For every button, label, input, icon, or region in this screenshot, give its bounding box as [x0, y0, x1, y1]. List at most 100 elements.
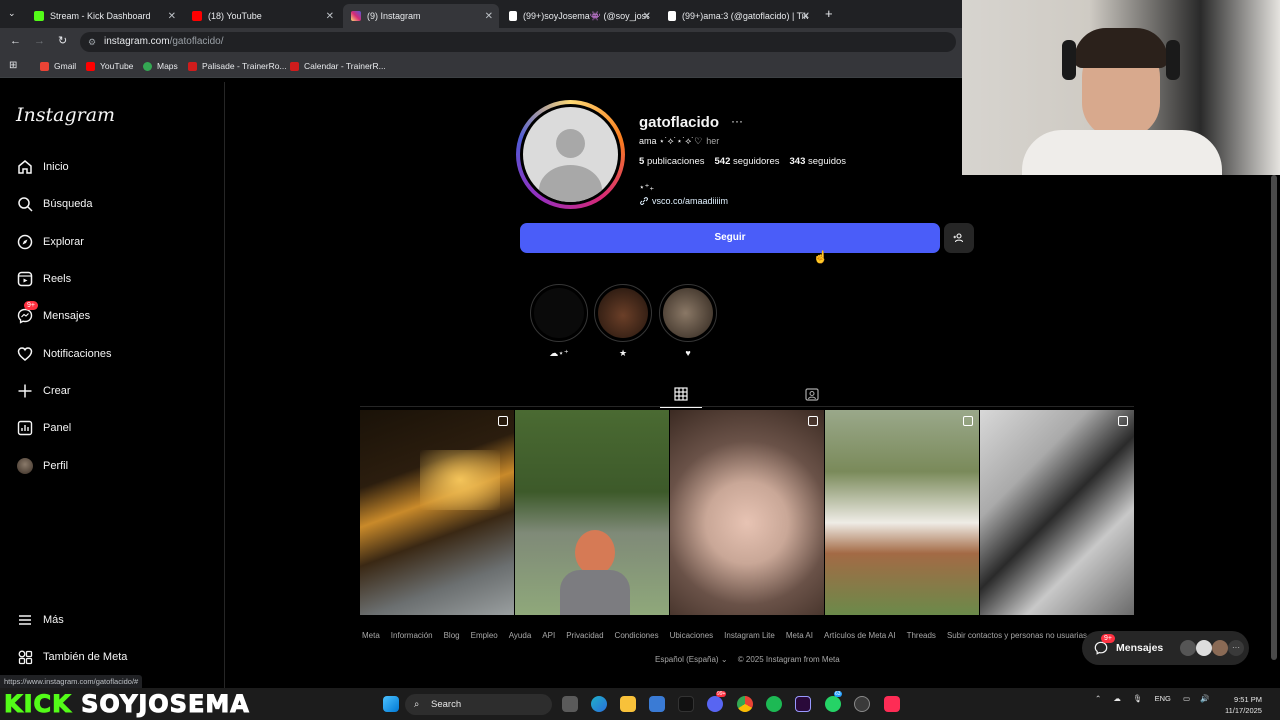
- close-icon[interactable]: ✕: [643, 11, 651, 22]
- tiktok-live-icon[interactable]: [884, 696, 900, 712]
- new-tab-button[interactable]: +: [825, 6, 833, 21]
- close-icon[interactable]: ✕: [168, 11, 176, 22]
- highlight-label: ★: [618, 348, 628, 358]
- profile-avatar[interactable]: [520, 104, 621, 205]
- store-icon[interactable]: [649, 696, 665, 712]
- sidebar-item-tambien-de-meta[interactable]: También de Meta: [16, 648, 127, 666]
- footer-link[interactable]: Blog: [444, 631, 460, 640]
- forward-icon[interactable]: →: [34, 35, 45, 47]
- footer-link[interactable]: Artículos de Meta AI: [824, 631, 896, 640]
- bookmark-maps[interactable]: Maps: [143, 61, 178, 71]
- highlight-item[interactable]: ★: [594, 284, 652, 359]
- tab-tiktok-soyjosema[interactable]: (99+)soyJosema👾 (@soy_jose ✕: [501, 4, 657, 28]
- multiple-posts-icon: [963, 416, 973, 426]
- footer-link[interactable]: Empleo: [471, 631, 498, 640]
- tab-tiktok-gatoflacido[interactable]: (99+)ama:3 (@gatoflacido) | Tik ✕: [660, 4, 816, 28]
- bookmark-calendar[interactable]: Calendar - TrainerR...: [290, 61, 386, 71]
- footer-link[interactable]: Ubicaciones: [670, 631, 714, 640]
- followers-stat[interactable]: 542 seguidores: [715, 156, 780, 167]
- tab-instagram[interactable]: (9) Instagram ✕: [343, 4, 499, 28]
- tab-youtube[interactable]: (18) YouTube ✕: [184, 4, 340, 28]
- apps-icon[interactable]: ⊞: [9, 60, 17, 71]
- multiple-posts-icon: [1118, 416, 1128, 426]
- chevron-up-icon[interactable]: ⌃: [1095, 694, 1101, 703]
- post-thumbnail[interactable]: [360, 410, 514, 615]
- task-view-icon[interactable]: [562, 696, 578, 712]
- footer-bottom: Español (España) ⌄ © 2025 Instagram from…: [655, 655, 840, 664]
- reload-icon[interactable]: ↻: [58, 34, 67, 47]
- bookmark-palisade[interactable]: Palisade - TrainerRo...: [188, 61, 287, 71]
- tiktok-icon[interactable]: [678, 696, 694, 712]
- close-icon[interactable]: ✕: [326, 11, 334, 22]
- address-bar[interactable]: ⚙ instagram.com/gatoflacido/: [80, 32, 956, 52]
- page-scrollbar[interactable]: [1271, 175, 1277, 660]
- post-thumbnail[interactable]: [670, 410, 824, 615]
- instagram-logo[interactable]: Instagram: [16, 104, 115, 126]
- follow-button[interactable]: Seguir: [520, 223, 940, 253]
- footer-link[interactable]: Condiciones: [615, 631, 659, 640]
- bookmark-youtube[interactable]: YouTube: [86, 61, 133, 71]
- whatsapp-icon[interactable]: 63: [825, 691, 842, 712]
- footer-link[interactable]: Instagram Lite: [724, 631, 775, 640]
- highlight-item[interactable]: ♥: [659, 284, 717, 358]
- sidebar-item-explorar[interactable]: Explorar: [16, 233, 84, 251]
- reels-icon: [16, 270, 34, 288]
- sidebar-item-crear[interactable]: Crear: [16, 382, 71, 400]
- network-icon[interactable]: ▭: [1183, 694, 1190, 703]
- tab-kick-dashboard[interactable]: Stream - Kick Dashboard ✕: [26, 4, 182, 28]
- tab-tagged[interactable]: [800, 384, 824, 406]
- footer-link[interactable]: API: [542, 631, 555, 640]
- highlight-item[interactable]: ☁︎⋆⁺: [530, 284, 588, 359]
- back-icon[interactable]: ←: [10, 35, 21, 47]
- sidebar-item-notificaciones[interactable]: Notificaciones: [16, 345, 111, 363]
- following-stat[interactable]: 343 seguidos: [790, 156, 847, 167]
- suggested-accounts-button[interactable]: [944, 223, 974, 253]
- language-indicator[interactable]: ENG: [1155, 694, 1171, 703]
- spotify-icon[interactable]: [766, 696, 782, 712]
- close-icon[interactable]: ✕: [485, 11, 493, 22]
- sidebar-item-panel[interactable]: Panel: [16, 419, 71, 437]
- tab-list-button[interactable]: ⌄: [8, 8, 20, 20]
- footer-link[interactable]: Meta AI: [786, 631, 813, 640]
- language-label: Español (España): [655, 655, 719, 664]
- microphone-icon[interactable]: 🎙: [1133, 694, 1143, 703]
- footer-link[interactable]: Subir contactos y personas no usuarias: [947, 631, 1087, 640]
- discord-icon[interactable]: 99+: [707, 691, 727, 712]
- footer-link[interactable]: Privacidad: [566, 631, 603, 640]
- messages-pill[interactable]: 9+ Mensajes ···: [1082, 631, 1249, 665]
- premiere-icon[interactable]: [795, 696, 811, 712]
- post-thumbnail[interactable]: [980, 410, 1134, 615]
- volume-icon[interactable]: 🔊: [1200, 694, 1209, 703]
- sidebar-item-inicio[interactable]: Inicio: [16, 158, 69, 176]
- messages-pill-label: Mensajes: [1116, 642, 1164, 654]
- more-options-icon[interactable]: ···: [731, 114, 743, 128]
- instagram-icon: [351, 11, 361, 21]
- post-thumbnail[interactable]: [825, 410, 979, 615]
- profile-link[interactable]: vsco.co/amaadiiiim: [639, 196, 728, 206]
- windows-start-icon[interactable]: [383, 696, 399, 712]
- sidebar-item-mensajes[interactable]: 9+ Mensajes: [16, 301, 91, 325]
- post-thumbnail[interactable]: [515, 410, 669, 615]
- chrome-icon[interactable]: [737, 696, 753, 712]
- footer-link[interactable]: Información: [391, 631, 433, 640]
- obs-icon[interactable]: [854, 696, 870, 712]
- onedrive-icon[interactable]: ☁: [1113, 694, 1121, 703]
- close-icon[interactable]: ✕: [802, 11, 810, 22]
- taskbar-search[interactable]: ⌕ Search: [405, 694, 552, 715]
- file-explorer-icon[interactable]: [620, 696, 636, 712]
- tab-posts[interactable]: [660, 384, 702, 408]
- bookmark-gmail[interactable]: Gmail: [40, 61, 76, 71]
- sidebar-item-mas[interactable]: Más: [16, 611, 64, 629]
- footer-link[interactable]: Threads: [907, 631, 936, 640]
- language-select[interactable]: Español (España) ⌄: [655, 655, 728, 664]
- taskbar-clock[interactable]: 9:51 PM 11/17/2025: [1225, 694, 1262, 716]
- sidebar-item-label: Mensajes: [43, 310, 91, 322]
- status-url: https://www.instagram.com/gatoflacido/#: [0, 675, 143, 689]
- sidebar-item-perfil[interactable]: Perfil: [16, 457, 68, 475]
- edge-icon[interactable]: [591, 696, 607, 712]
- site-info-icon[interactable]: ⚙: [88, 32, 96, 52]
- footer-link[interactable]: Ayuda: [509, 631, 532, 640]
- footer-link[interactable]: Meta: [362, 631, 380, 640]
- sidebar-item-busqueda[interactable]: Búsqueda: [16, 195, 93, 213]
- sidebar-item-reels[interactable]: Reels: [16, 270, 71, 288]
